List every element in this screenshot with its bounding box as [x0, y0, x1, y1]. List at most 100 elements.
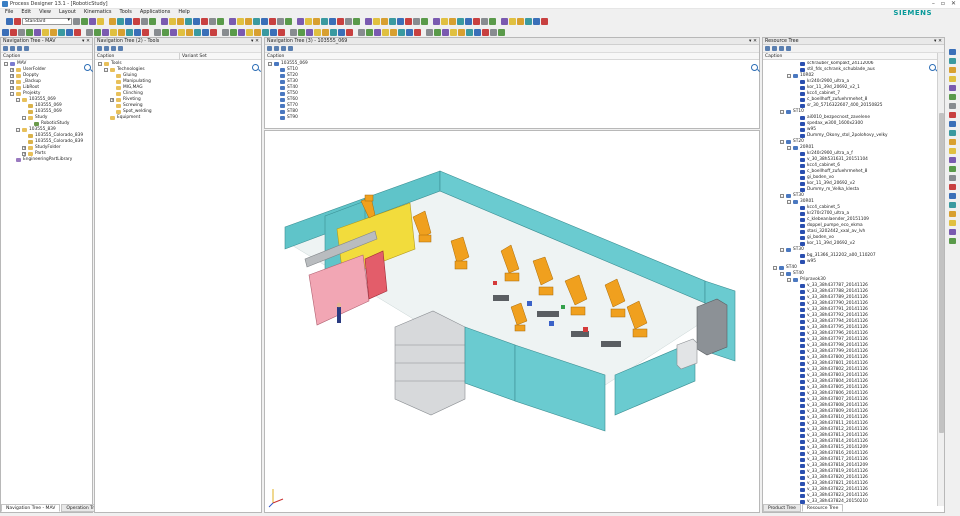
column-header-variant-set[interactable]: Variant Set [179, 53, 207, 60]
toolbar-button-icon[interactable] [390, 29, 397, 36]
tab-resource-tree[interactable]: Resource Tree [801, 504, 844, 512]
filter-icon[interactable] [786, 46, 791, 51]
collapse-icon[interactable]: - [4, 62, 8, 66]
column-header-caption[interactable]: Caption [97, 54, 114, 59]
toolbar-button-icon[interactable] [414, 29, 421, 36]
expand-icon[interactable]: + [10, 80, 14, 84]
toolbar-button-icon[interactable] [210, 29, 217, 36]
forward-icon[interactable] [111, 46, 116, 51]
toolbar-button-icon[interactable] [473, 18, 480, 25]
toolbar-button-icon[interactable] [405, 18, 412, 25]
toolbar-button-icon[interactable] [81, 18, 88, 25]
toolbar-button-icon[interactable] [298, 29, 305, 36]
side-tool-icon[interactable] [948, 193, 956, 199]
toolbar-button-icon[interactable] [202, 29, 209, 36]
toolbar-button-icon[interactable] [509, 18, 516, 25]
side-tool-icon[interactable] [948, 175, 956, 181]
toolbar-button-icon[interactable] [254, 29, 261, 36]
tab-navigation-tree-mav[interactable]: Navigation Tree - MAV [1, 504, 61, 512]
menu-kinematics[interactable]: Kinematics [84, 9, 112, 16]
toolbar-button-icon[interactable] [193, 18, 200, 25]
side-tool-icon[interactable] [948, 67, 956, 73]
toolbar-button-icon[interactable] [14, 18, 21, 25]
toolbar-button-icon[interactable] [245, 18, 252, 25]
toolbar-button-icon[interactable] [382, 29, 389, 36]
toolbar-button-icon[interactable] [277, 18, 284, 25]
toolbar-button-icon[interactable] [6, 18, 13, 25]
toolbar-button-icon[interactable] [426, 29, 433, 36]
toolbar-button-icon[interactable] [330, 29, 337, 36]
toolbar-button-icon[interactable] [86, 29, 93, 36]
toolbar-button-icon[interactable] [102, 29, 109, 36]
toolbar-button-icon[interactable] [230, 29, 237, 36]
side-tool-icon[interactable] [948, 76, 956, 82]
collapse-icon[interactable]: - [780, 272, 784, 276]
collapse-icon[interactable]: - [787, 74, 791, 78]
toolbar-button-icon[interactable] [329, 18, 336, 25]
toolbar-button-icon[interactable] [34, 29, 41, 36]
side-tool-icon[interactable] [948, 211, 956, 217]
toolbar-button-icon[interactable] [201, 18, 208, 25]
toolbar-button-icon[interactable] [94, 29, 101, 36]
scrollbar-thumb[interactable] [939, 113, 944, 433]
toolbar-button-icon[interactable] [353, 18, 360, 25]
toolbar-button-icon[interactable] [421, 18, 428, 25]
toolbar-button-icon[interactable] [285, 18, 292, 25]
menu-help[interactable]: Help [178, 9, 189, 16]
toolbar-button-icon[interactable] [481, 18, 488, 25]
collapse-icon[interactable]: - [268, 62, 272, 66]
tree-item[interactable]: ST90 [265, 115, 759, 121]
toolbar-button-icon[interactable] [154, 29, 161, 36]
expand-icon[interactable]: + [110, 98, 114, 102]
toolbar-button-icon[interactable] [297, 18, 304, 25]
toolbar-button-icon[interactable] [366, 29, 373, 36]
panel-close-icon[interactable]: ▾ ✕ [934, 38, 942, 45]
toolbar-button-icon[interactable] [381, 18, 388, 25]
toolbar-button-icon[interactable] [482, 29, 489, 36]
toolbar-button-icon[interactable] [389, 18, 396, 25]
tree-item[interactable]: Equipment [95, 115, 261, 121]
collapse-icon[interactable]: - [780, 248, 784, 252]
toolbar-button-icon[interactable] [450, 29, 457, 36]
collapse-icon[interactable]: - [780, 194, 784, 198]
toolbar-button-icon[interactable] [337, 18, 344, 25]
toolbar-button-icon[interactable] [50, 29, 57, 36]
side-tool-icon[interactable] [948, 139, 956, 145]
filter-icon[interactable] [118, 46, 123, 51]
expand-icon[interactable]: + [22, 146, 26, 150]
side-tool-icon[interactable] [948, 157, 956, 163]
menu-tools[interactable]: Tools [120, 9, 132, 16]
toolbar-button-icon[interactable] [434, 29, 441, 36]
toolbar-button-icon[interactable] [449, 18, 456, 25]
toolbar-button-icon[interactable] [222, 29, 229, 36]
column-header-caption[interactable]: Caption [763, 53, 944, 60]
tab-product-tree[interactable]: Product Tree [763, 504, 801, 512]
toolbar-button-icon[interactable] [442, 29, 449, 36]
collapse-icon[interactable]: - [16, 98, 20, 102]
side-tool-icon[interactable] [948, 184, 956, 190]
layout-combo[interactable]: Standard [22, 18, 72, 25]
maximize-button[interactable]: ▫ [941, 0, 945, 8]
toolbar-button-icon[interactable] [525, 18, 532, 25]
back-icon[interactable] [104, 46, 109, 51]
toolbar-button-icon[interactable] [345, 18, 352, 25]
toolbar-button-icon[interactable] [305, 18, 312, 25]
toolbar-button-icon[interactable] [186, 29, 193, 36]
column-header-caption[interactable]: Caption [265, 53, 759, 60]
toolbar-button-icon[interactable] [498, 29, 505, 36]
side-tool-icon[interactable] [948, 220, 956, 226]
collapse-icon[interactable]: - [22, 116, 26, 120]
toolbar-button-icon[interactable] [269, 18, 276, 25]
toolbar-button-icon[interactable] [42, 29, 49, 36]
collapse-icon[interactable]: - [780, 110, 784, 114]
toolbar-button-icon[interactable] [185, 18, 192, 25]
toolbar-button-icon[interactable] [149, 18, 156, 25]
toolbar-button-icon[interactable] [194, 29, 201, 36]
toolbar-button-icon[interactable] [66, 29, 73, 36]
side-tool-icon[interactable] [948, 202, 956, 208]
toolbar-button-icon[interactable] [322, 29, 329, 36]
toolbar-button-icon[interactable] [541, 18, 548, 25]
collapse-icon[interactable]: - [787, 278, 791, 282]
toolbar-button-icon[interactable] [58, 29, 65, 36]
collapse-icon[interactable]: - [787, 200, 791, 204]
